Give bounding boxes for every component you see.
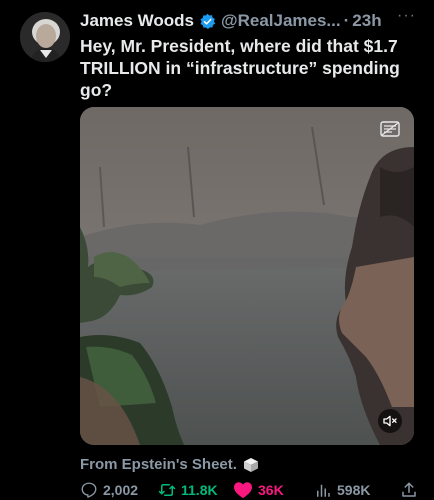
author-handle[interactable]: @RealJames... — [221, 11, 341, 31]
verified-badge-icon — [199, 13, 216, 30]
views-chart-icon — [317, 484, 330, 497]
cube-emoji-icon — [243, 457, 259, 473]
retweet-count: 11.8K — [181, 482, 218, 498]
tweet-text: Hey, Mr. President, where did that $1.7 … — [80, 36, 400, 100]
more-options-icon[interactable]: ··· — [397, 7, 416, 25]
retweet-icon — [158, 484, 176, 496]
video-frame — [80, 107, 414, 445]
heart-icon — [234, 482, 252, 499]
tweet-timestamp[interactable]: 23h — [352, 11, 381, 31]
tweet-actions: 2,002 11.8K 36K 598K — [80, 481, 420, 499]
reply-count: 2,002 — [103, 482, 139, 498]
reply-button[interactable]: 2,002 — [80, 481, 138, 499]
share-icon — [402, 482, 416, 497]
views-button[interactable]: 598K — [314, 481, 370, 499]
gif-icon[interactable] — [380, 121, 400, 137]
avatar-photo — [20, 12, 70, 62]
view-count: 598K — [337, 482, 371, 498]
share-button[interactable] — [400, 481, 423, 499]
caption-text: From Epstein's Sheet. — [80, 456, 237, 473]
author-name[interactable]: James Woods — [80, 11, 194, 31]
tweet-header: James Woods @RealJames... · 23h ··· — [80, 7, 426, 32]
media-caption: From Epstein's Sheet. — [80, 456, 259, 473]
reply-icon — [81, 482, 97, 498]
retweet-button[interactable]: 11.8K — [158, 481, 218, 499]
header-separator: · — [343, 11, 350, 30]
like-button[interactable]: 36K — [233, 481, 284, 499]
like-count: 36K — [258, 482, 284, 498]
tweet-video[interactable] — [80, 107, 414, 445]
muted-speaker-icon[interactable] — [378, 409, 402, 433]
author-avatar[interactable] — [20, 12, 70, 62]
